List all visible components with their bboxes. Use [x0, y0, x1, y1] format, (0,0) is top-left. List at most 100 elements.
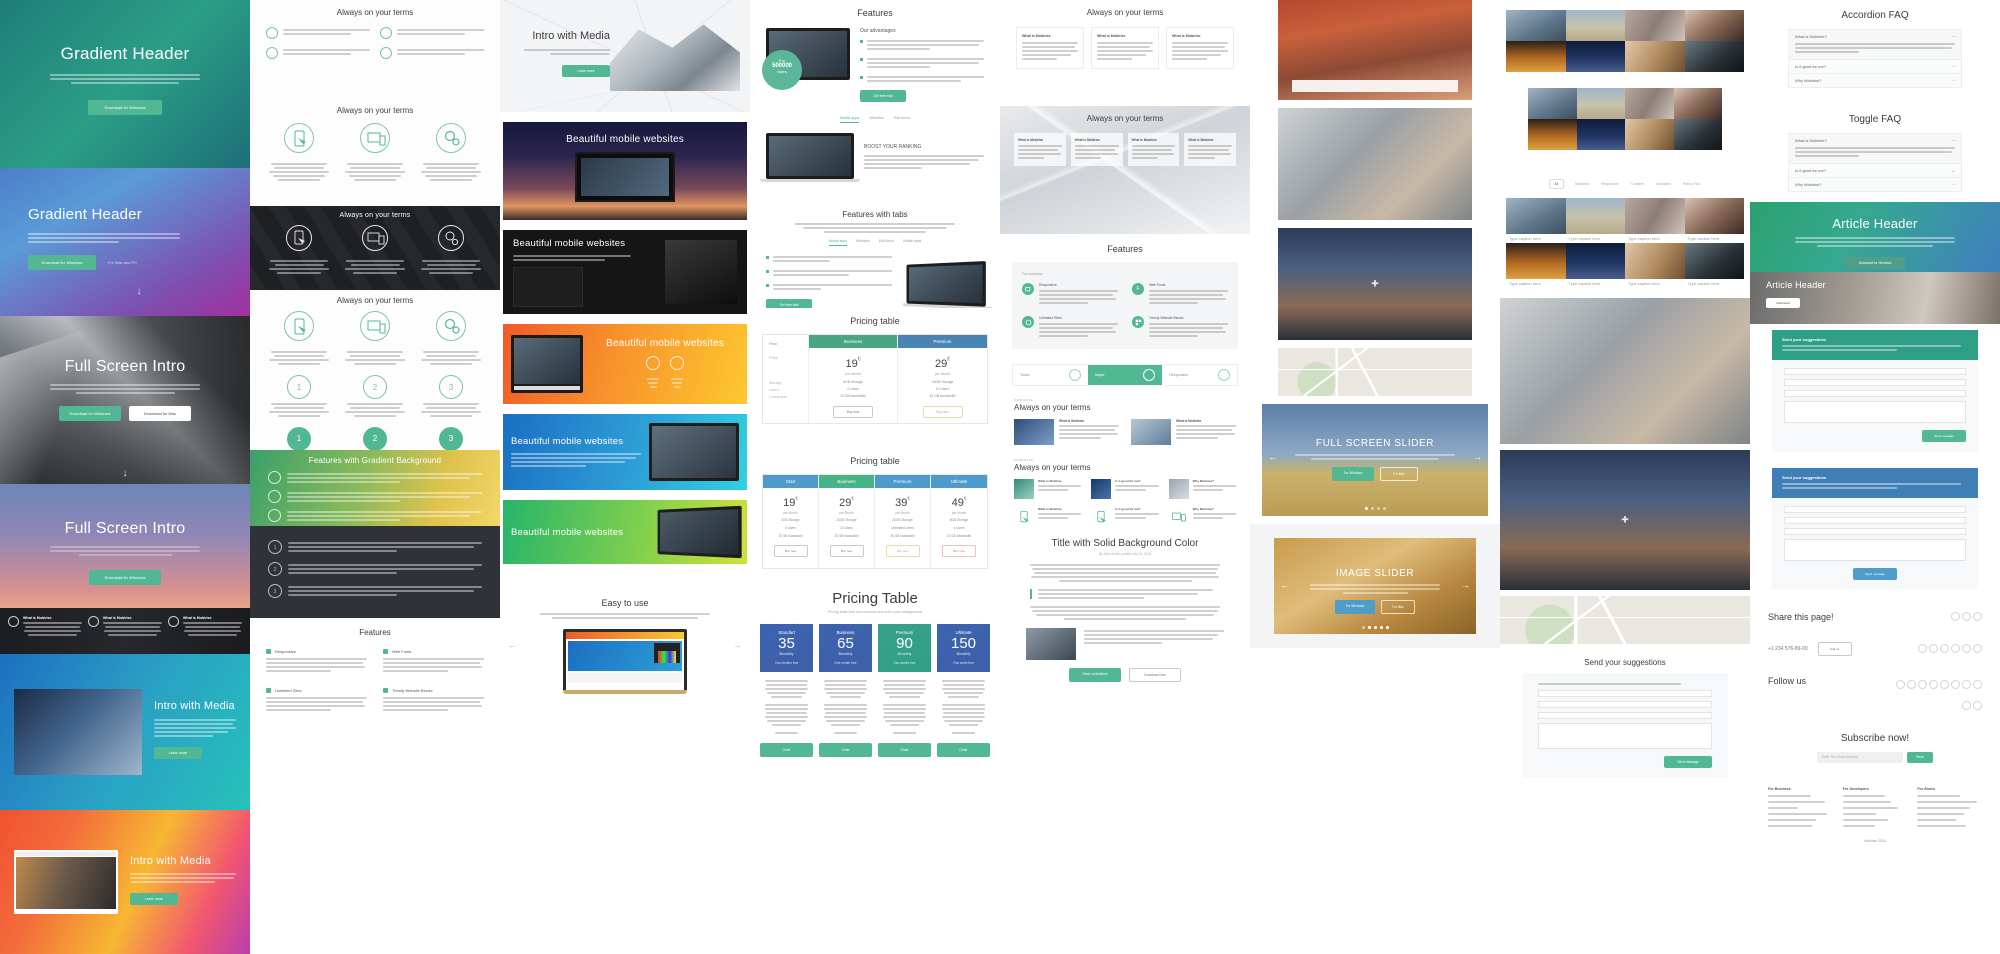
slider-dots[interactable] — [1262, 507, 1488, 510]
tab-websites[interactable]: Websites — [869, 116, 884, 123]
block-gallery-filters[interactable]: All Industrial Responsive Creative Anima… — [1500, 166, 1750, 198]
name-field[interactable] — [1784, 368, 1966, 375]
block-form-blue[interactable]: Send your suggestions Send message — [1750, 460, 2000, 598]
block-share[interactable]: Share this page! — [1750, 598, 2000, 630]
youtube-icon[interactable] — [1962, 701, 1971, 710]
block-pricing-table-4col[interactable]: Pricing table Start 19€per Month 4GB Sto… — [750, 448, 1000, 580]
intro-media-2-button[interactable]: Learn more — [130, 893, 178, 905]
block-full-screen-slider[interactable]: FULL SCREEN SLIDER For Windows For Mac ←… — [1262, 404, 1488, 516]
facebook-icon[interactable] — [1896, 680, 1905, 689]
block-map[interactable] — [1278, 348, 1472, 396]
block-intro-with-media-1[interactable]: Intro with Media Learn more — [0, 654, 250, 810]
faq-item[interactable]: Why Mobirise?− — [1789, 178, 1961, 191]
gallery-image[interactable] — [1577, 119, 1626, 150]
block-contact-form[interactable]: Send your suggestions Send message — [1500, 652, 1750, 788]
block-intro-media-poly[interactable]: Intro with Media Learn more — [500, 0, 750, 112]
send-message-button[interactable]: Send message — [1922, 430, 1966, 442]
block-map-large[interactable] — [1500, 596, 1750, 644]
scroll-down-arrow-icon[interactable]: ↓ — [0, 468, 250, 479]
slider-dots[interactable] — [1274, 626, 1476, 629]
block-feature-tabs-row[interactable]: Touch Swipe Responsive — [1000, 364, 1250, 392]
block-photo-city-night[interactable]: ✚ — [1278, 228, 1472, 340]
share-icons[interactable] — [1949, 608, 1982, 626]
faq-item[interactable]: Is it good for me?⌄ — [1789, 164, 1961, 178]
block-intro-with-media-2[interactable]: Intro with Media Learn more — [0, 810, 250, 954]
block-article-header-gradient[interactable]: Article Header Download for Windows — [1750, 202, 2000, 272]
block-full-screen-intro-2[interactable]: Full Screen Intro Download for Windows W… — [0, 484, 250, 654]
block-features-with-tabs[interactable]: Features with tabs Mobile apps Websites … — [750, 204, 1000, 308]
chevron-down-icon[interactable]: − — [1953, 182, 1955, 187]
block-terms-numbered[interactable]: Always on your terms 1 2 3 1 2 3 — [250, 290, 500, 450]
email-field[interactable] — [1784, 379, 1966, 386]
plan-buy-button[interactable]: Buy now — [886, 545, 920, 557]
intro-poly-button[interactable]: Learn more — [562, 65, 610, 77]
block-accordion-faq[interactable]: Accordion FAQ What is Mobirise?− Is it g… — [1750, 0, 2000, 96]
follow-icons[interactable] — [1872, 676, 1982, 715]
block-gradient-header-2[interactable]: Gradient Header Download for Windows For… — [0, 168, 250, 316]
filter-all[interactable]: All — [1549, 179, 1565, 189]
filter-industrial[interactable]: Industrial — [1575, 182, 1589, 186]
gallery-image[interactable] — [1577, 88, 1626, 119]
block-features-dark-numbered[interactable]: 1 2 3 — [250, 526, 500, 618]
gallery-item[interactable]: Type caption here — [1685, 198, 1745, 243]
filter-retina[interactable]: Retina Flat — [1683, 182, 1699, 186]
block-phone[interactable]: +1 234 576-89-00 Call us — [1750, 630, 2000, 668]
gallery-image[interactable] — [1528, 88, 1577, 119]
gallery-image[interactable] — [1506, 10, 1566, 41]
block-photo-brick[interactable] — [1278, 0, 1472, 100]
block-features-two-col[interactable]: Features Responsive Web Fonts Unlimited … — [250, 618, 500, 738]
intro-1-button-mac[interactable]: Download for Mac — [129, 406, 191, 421]
faq-item[interactable]: What is Mobirise?− — [1789, 30, 1961, 60]
block-beautiful-mobile-lime[interactable]: Beautiful mobile websites — [503, 500, 747, 564]
gallery-image[interactable] — [1674, 119, 1723, 150]
chevron-down-icon[interactable]: − — [1953, 78, 1955, 83]
card-order-button[interactable]: Order — [819, 743, 872, 757]
vimeo-icon[interactable] — [1951, 680, 1960, 689]
intro-2-button[interactable]: Download for Windows — [89, 570, 161, 585]
faq-item[interactable]: What is Mobirise?− — [1789, 134, 1961, 164]
gallery-image[interactable] — [1685, 10, 1745, 41]
social-icons[interactable] — [1916, 640, 1982, 658]
plan-buy-button[interactable]: Buy now — [774, 545, 808, 557]
block-form-green[interactable]: Send your suggestions Send message — [1750, 324, 2000, 460]
plan-buy-button[interactable]: Buy now — [942, 545, 976, 557]
gallery-item[interactable]: Type caption here — [1566, 243, 1626, 288]
image-slider-button-mac[interactable]: For Mac — [1381, 600, 1415, 614]
block-terms-media-3col[interactable]: MOBIRISE Always on your terms What is Mo… — [1000, 452, 1250, 528]
gallery-image[interactable] — [1625, 119, 1674, 150]
plan-buy-button[interactable]: Buy now — [923, 406, 963, 418]
card-order-button[interactable]: Order — [760, 743, 813, 757]
tab-edit-forms[interactable]: Edit forms — [879, 239, 894, 246]
tabs-button[interactable]: Get free trial — [766, 299, 812, 308]
pricing-card[interactable]: Ultimate 150 $/monthly One week free Ord… — [937, 624, 990, 762]
vimeo-icon[interactable] — [1951, 644, 1960, 653]
tab-edit-forms[interactable]: Edit forms — [894, 116, 910, 123]
intro-media-1-button[interactable]: Learn more — [154, 747, 202, 759]
send-message-button[interactable]: Send message — [1853, 568, 1897, 580]
block-beautiful-mobile-blue[interactable]: Beautiful mobile websites — [503, 414, 747, 490]
block-toggle-faq[interactable]: Toggle FAQ What is Mobirise?− Is it good… — [1750, 96, 2000, 202]
tab-mobile-apps[interactable]: Mobile apps — [829, 239, 847, 246]
intro-1-button-windows[interactable]: Download for Windows — [59, 406, 121, 421]
slider-prev-arrow[interactable]: ← — [1280, 580, 1289, 590]
scroll-down-arrow-icon[interactable]: ↓ — [28, 286, 250, 297]
pinterest-icon[interactable] — [1940, 680, 1949, 689]
gallery-item[interactable]: Type caption here — [1566, 198, 1626, 243]
slider-next-arrow[interactable]: → — [1461, 580, 1470, 590]
block-gradient-header-1[interactable]: Gradient Header Download for Windows — [0, 0, 250, 168]
chevron-up-icon[interactable]: − — [1953, 34, 1955, 39]
block-subscribe[interactable]: Subscribe now! Enter Your Email Address … — [1750, 721, 2000, 773]
pricing-card[interactable]: Business 65 $/monthly One month free Ord… — [819, 624, 872, 762]
gradient-header-1-button[interactable]: Download for Windows — [88, 100, 162, 115]
block-beautiful-mobile-black[interactable]: Beautiful mobile websites — [503, 230, 747, 314]
twitter-icon[interactable] — [1929, 644, 1938, 653]
block-terms-icons-light[interactable]: Always on your terms — [250, 100, 500, 206]
slider-button-mac[interactable]: For Mac — [1380, 467, 1418, 481]
play-icon[interactable]: ✚ — [1371, 279, 1379, 290]
filter-animated[interactable]: Animated — [1656, 182, 1670, 186]
block-terms-parallax[interactable]: Always on your terms What is Mobirise Wh… — [1000, 106, 1250, 234]
phone-field[interactable] — [1784, 528, 1966, 535]
tab-websites[interactable]: Websites — [856, 239, 870, 246]
linkedin-icon[interactable] — [1973, 644, 1982, 653]
gallery-image[interactable] — [1506, 41, 1566, 72]
